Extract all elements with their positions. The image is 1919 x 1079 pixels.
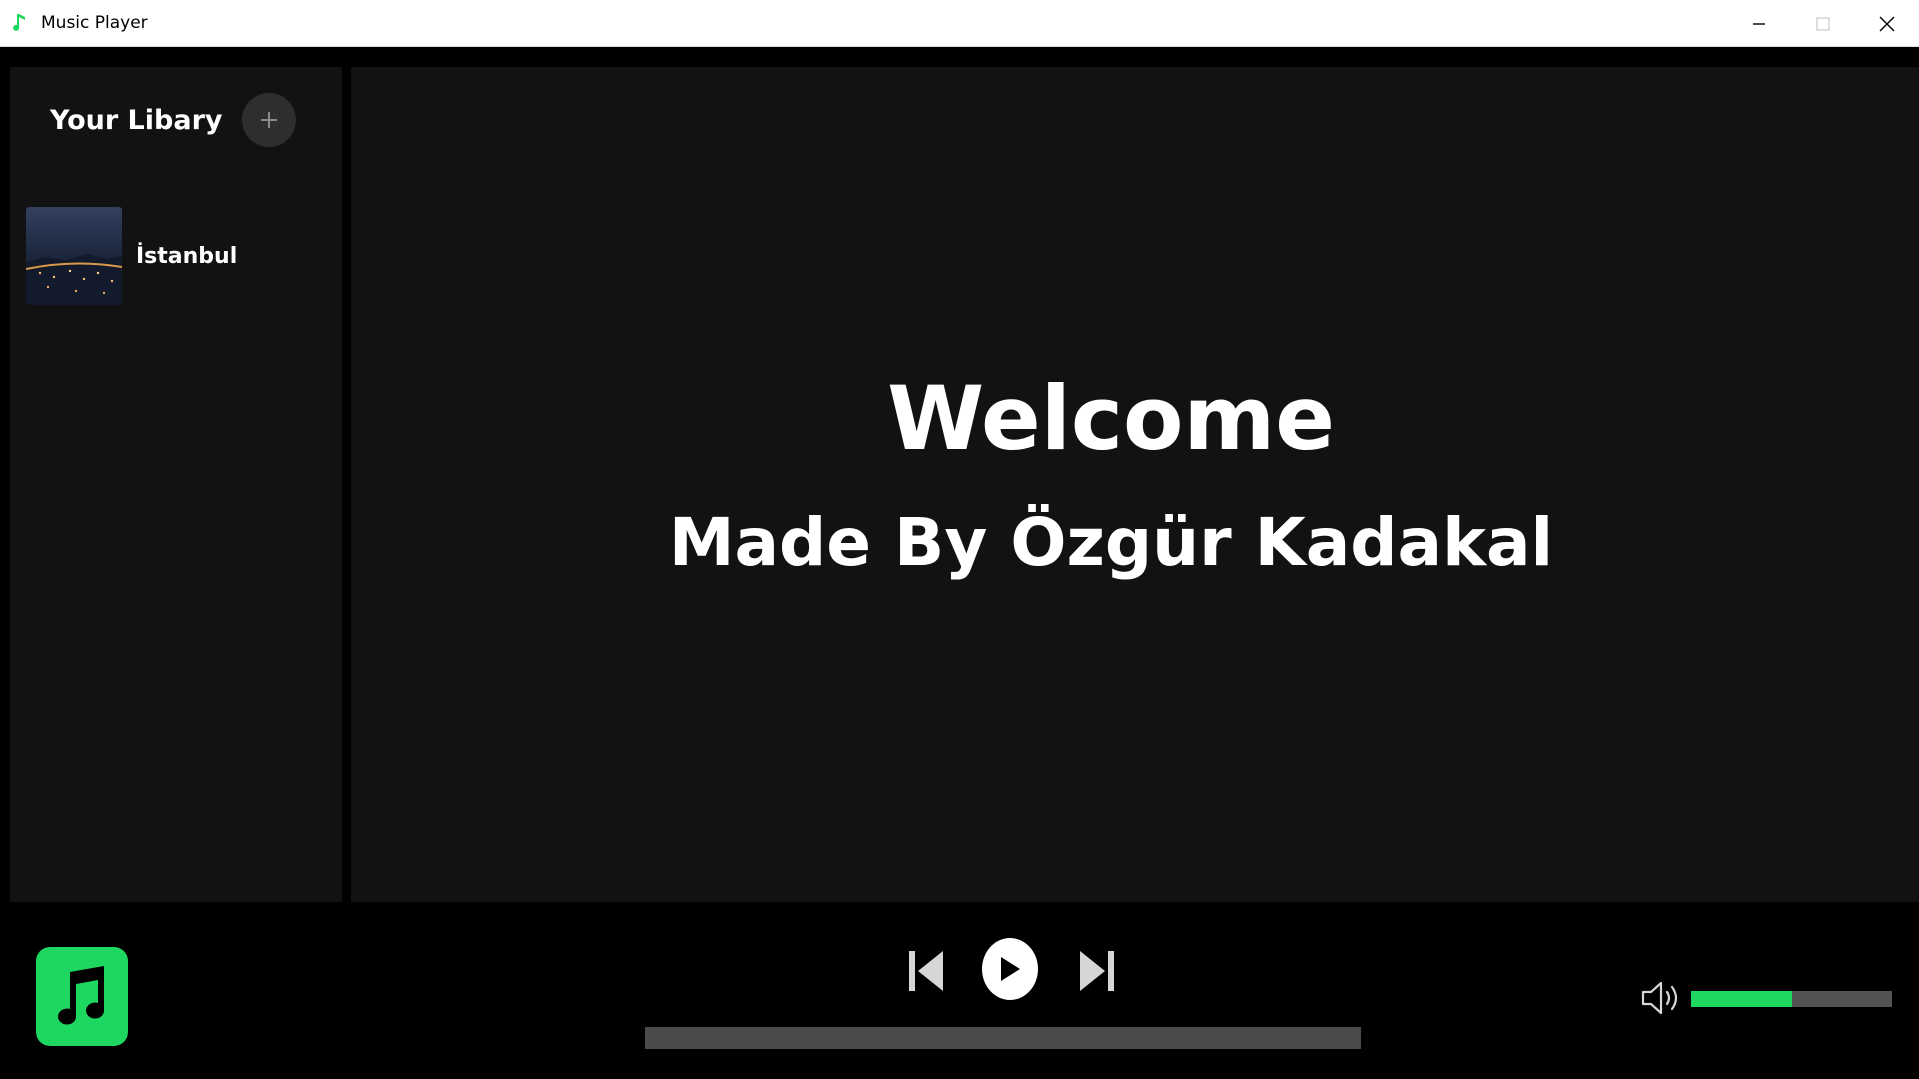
volume-icon[interactable] xyxy=(1639,977,1683,1019)
window-controls xyxy=(1727,0,1919,47)
next-icon xyxy=(1080,951,1114,991)
plus-icon xyxy=(261,112,277,128)
play-button[interactable] xyxy=(982,938,1038,1000)
play-icon xyxy=(1001,957,1020,981)
city-night-thumbnail xyxy=(26,207,122,305)
volume-slider[interactable] xyxy=(1691,991,1892,1007)
minimize-button[interactable] xyxy=(1727,0,1791,47)
close-button[interactable] xyxy=(1855,0,1919,47)
maximize-button[interactable] xyxy=(1791,0,1855,47)
library-item[interactable]: İstanbul xyxy=(26,207,326,305)
window-title: Music Player xyxy=(41,13,148,33)
previous-icon xyxy=(909,951,943,991)
library-title: Your Libary xyxy=(50,105,223,136)
music-note-icon xyxy=(36,947,128,1046)
playback-progress-bar[interactable] xyxy=(645,1027,1361,1049)
add-song-button[interactable] xyxy=(242,93,296,147)
minimize-icon xyxy=(1753,22,1765,25)
title-bar: Music Player xyxy=(0,0,1919,47)
next-button[interactable] xyxy=(1074,944,1120,998)
author-subheading: Made By Özgür Kadakal xyxy=(668,504,1554,581)
music-note-icon xyxy=(9,12,31,34)
close-icon xyxy=(1879,16,1895,31)
library-sidebar: Your Libary İstanbul xyxy=(10,67,342,902)
welcome-heading: Welcome xyxy=(887,367,1335,470)
main-content: Welcome Made By Özgür Kadakal xyxy=(351,67,1919,902)
library-item-label: İstanbul xyxy=(136,243,238,269)
maximize-icon xyxy=(1816,16,1830,31)
previous-button[interactable] xyxy=(903,944,949,998)
player-bar xyxy=(0,902,1919,1079)
volume-level xyxy=(1691,991,1792,1007)
